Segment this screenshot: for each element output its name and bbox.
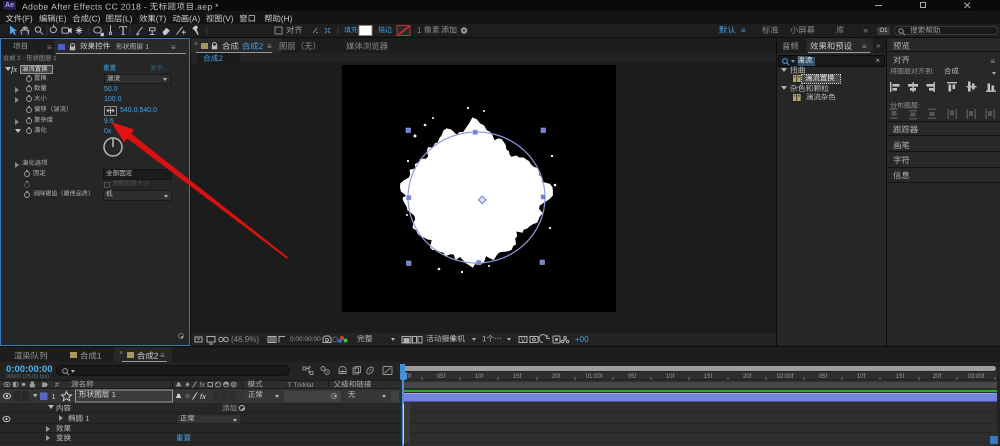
svg-text:fx: fx <box>200 382 206 389</box>
svg-text:15f: 15f <box>513 374 522 380</box>
svg-text:10f: 10f <box>857 374 866 380</box>
svg-text:15f: 15f <box>704 374 713 380</box>
svg-text:10f: 10f <box>475 374 484 380</box>
svg-text:15f: 15f <box>896 374 905 380</box>
svg-text:20f: 20f <box>743 374 752 380</box>
svg-text:#: # <box>55 382 59 389</box>
svg-text:1: 1 <box>52 392 56 401</box>
svg-text:fx: fx <box>200 392 206 401</box>
svg-text:05f: 05f <box>628 374 637 380</box>
svg-text:TrkMat: TrkMat <box>294 382 314 389</box>
svg-text:01:00f: 01:00f <box>586 374 603 380</box>
svg-text:20f: 20f <box>552 374 561 380</box>
svg-text:03:00f: 03:00f <box>968 374 985 380</box>
svg-text:02:00f: 02:00f <box>777 374 794 380</box>
svg-text:05f: 05f <box>437 374 446 380</box>
svg-text:20f: 20f <box>933 374 942 380</box>
svg-text:05f: 05f <box>819 374 828 380</box>
svg-text:10f: 10f <box>666 374 675 380</box>
svg-text:T: T <box>288 382 292 389</box>
